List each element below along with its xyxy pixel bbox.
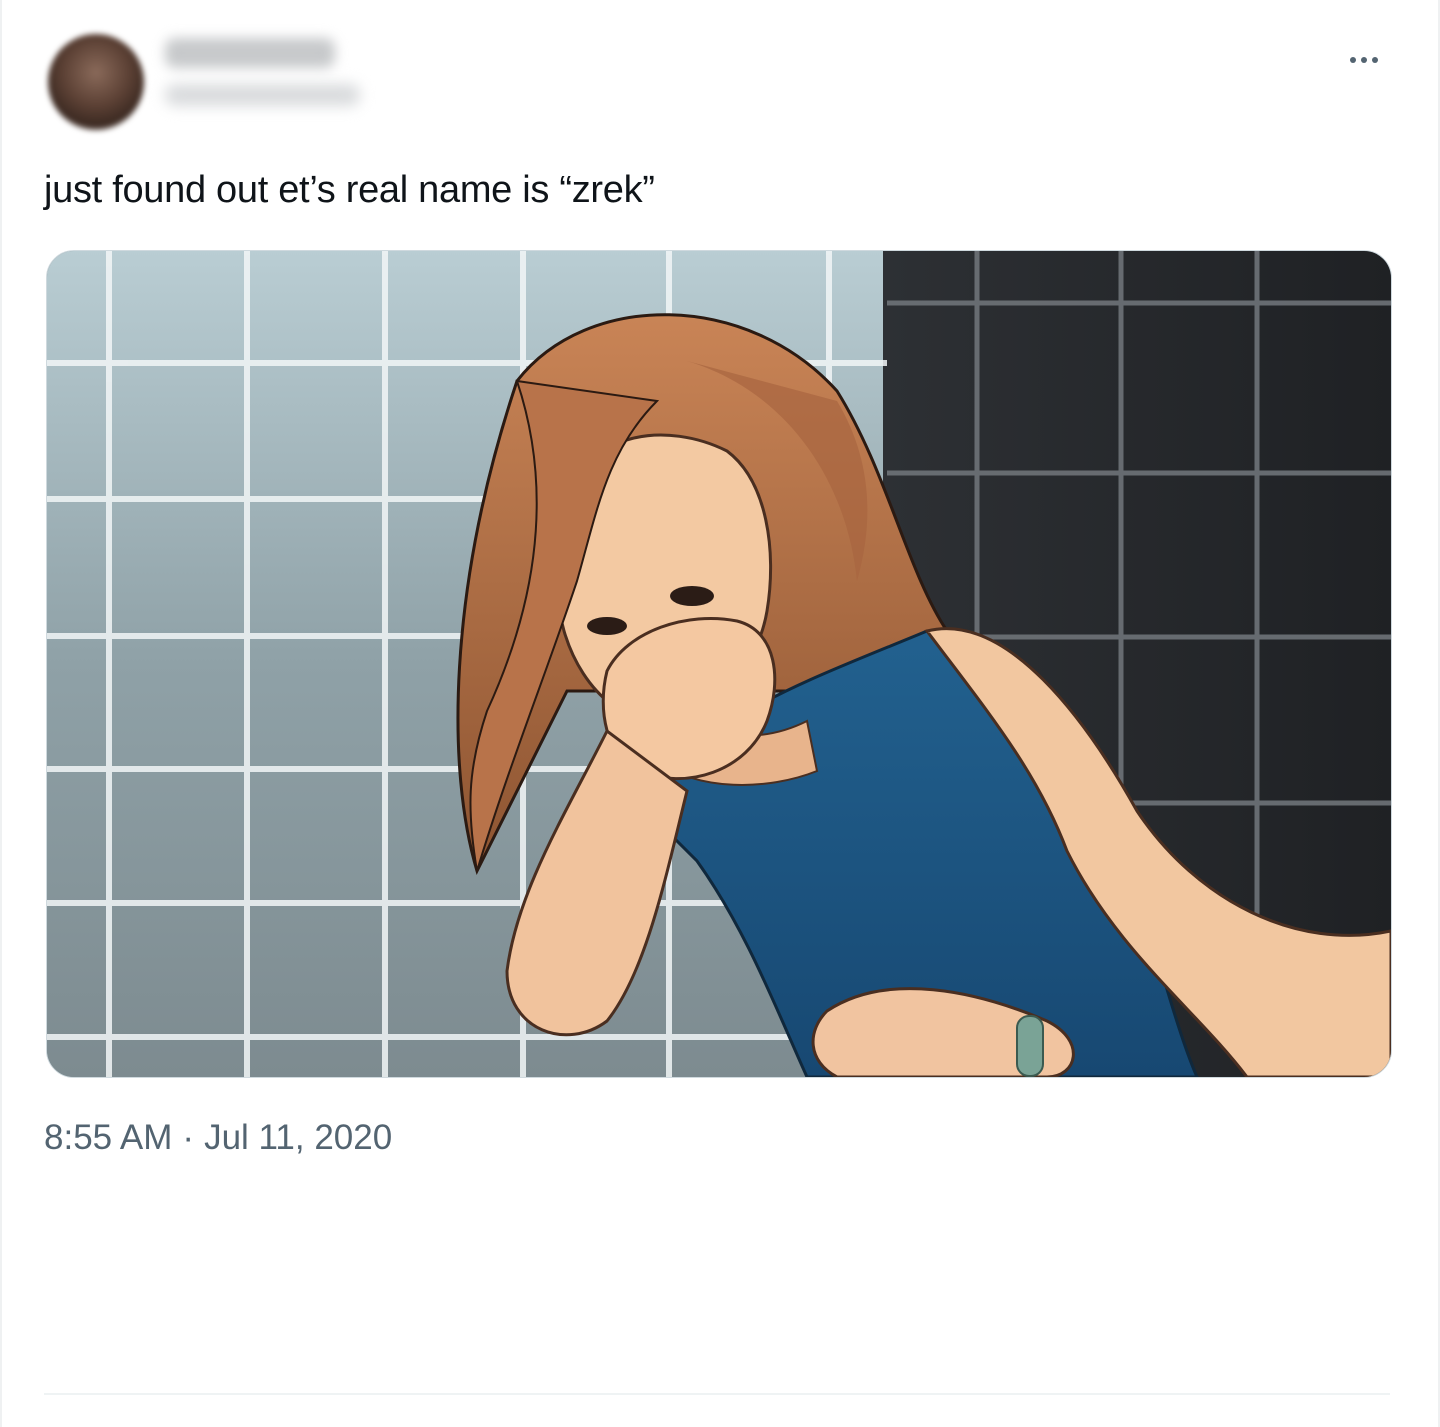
- divider: [44, 1393, 1390, 1395]
- timestamp-separator: ·: [182, 1118, 195, 1157]
- tweet-time[interactable]: 8:55 AM: [44, 1118, 172, 1157]
- more-horizontal-icon: [1348, 57, 1381, 63]
- tweet-text: just found out et’s real name is “zrek”: [44, 169, 655, 211]
- tweet-date[interactable]: Jul 11, 2020: [204, 1118, 392, 1157]
- meme-illustration: [47, 251, 1391, 1077]
- author-display-name[interactable]: [165, 38, 335, 68]
- author-handle[interactable]: [165, 84, 360, 106]
- tweet-timestamp[interactable]: 8:55 AM · Jul 11, 2020: [44, 1114, 392, 1162]
- more-options-button[interactable]: [1334, 40, 1394, 80]
- tweet-media-image[interactable]: [46, 250, 1392, 1078]
- tweet-card: just found out et’s real name is “zrek”: [0, 0, 1440, 1427]
- avatar[interactable]: [48, 34, 144, 130]
- card-border-left: [0, 0, 2, 1427]
